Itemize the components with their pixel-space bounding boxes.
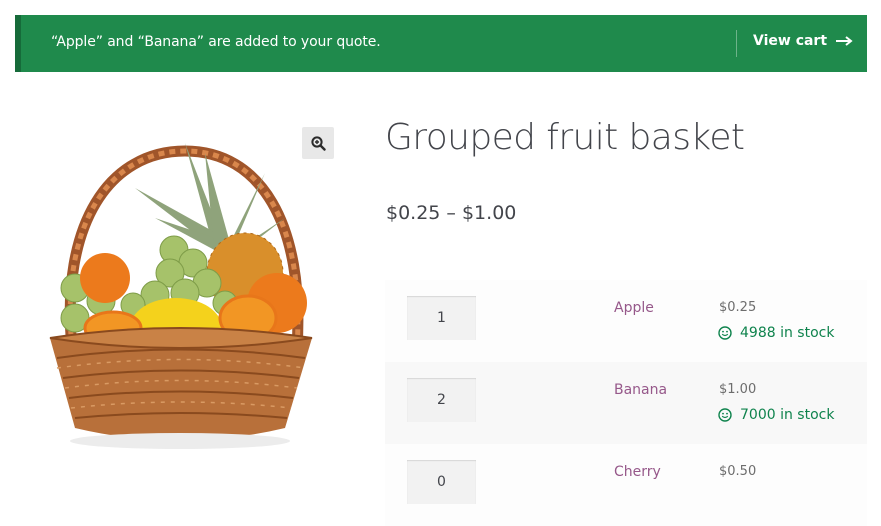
product-price-apple: $0.25 <box>719 300 757 315</box>
smile-icon <box>718 408 732 422</box>
stock-status-banana: 7000 in stock <box>718 407 834 423</box>
stock-text-apple: 4988 in stock <box>740 325 835 341</box>
product-price-cherry: $0.50 <box>719 464 757 479</box>
fruit-basket-image <box>49 143 313 449</box>
table-row: Banana $1.00 7000 in stock <box>385 362 867 444</box>
zoom-button[interactable] <box>302 127 334 159</box>
zoom-in-icon <box>310 135 326 151</box>
notice-divider <box>736 30 737 57</box>
stock-text-banana: 7000 in stock <box>740 407 835 423</box>
product-title: Grouped fruit basket <box>385 117 745 158</box>
product-price-range: $0.25 – $1.00 <box>386 202 517 224</box>
stock-status-apple: 4988 in stock <box>718 325 834 341</box>
added-to-quote-notice: “Apple” and “Banana” are added to your q… <box>15 15 867 72</box>
table-row: Cherry $0.50 <box>385 444 867 526</box>
arrow-right-icon <box>836 36 853 46</box>
grouped-products-table: Apple $0.25 4988 in stock Banana $1.00 7… <box>385 280 867 526</box>
quantity-input-banana[interactable] <box>407 378 476 422</box>
quantity-input-cherry[interactable] <box>407 460 476 504</box>
product-link-banana[interactable]: Banana <box>614 382 667 398</box>
product-link-apple[interactable]: Apple <box>614 300 654 316</box>
notice-message: “Apple” and “Banana” are added to your q… <box>51 34 381 50</box>
product-image <box>15 113 345 470</box>
smile-icon <box>718 326 732 340</box>
table-row: Apple $0.25 4988 in stock <box>385 280 867 362</box>
view-cart-button[interactable]: View cart <box>753 33 853 49</box>
product-price-banana: $1.00 <box>719 382 757 397</box>
quantity-input-apple[interactable] <box>407 296 476 340</box>
product-link-cherry[interactable]: Cherry <box>614 464 661 480</box>
view-cart-label: View cart <box>753 33 828 49</box>
